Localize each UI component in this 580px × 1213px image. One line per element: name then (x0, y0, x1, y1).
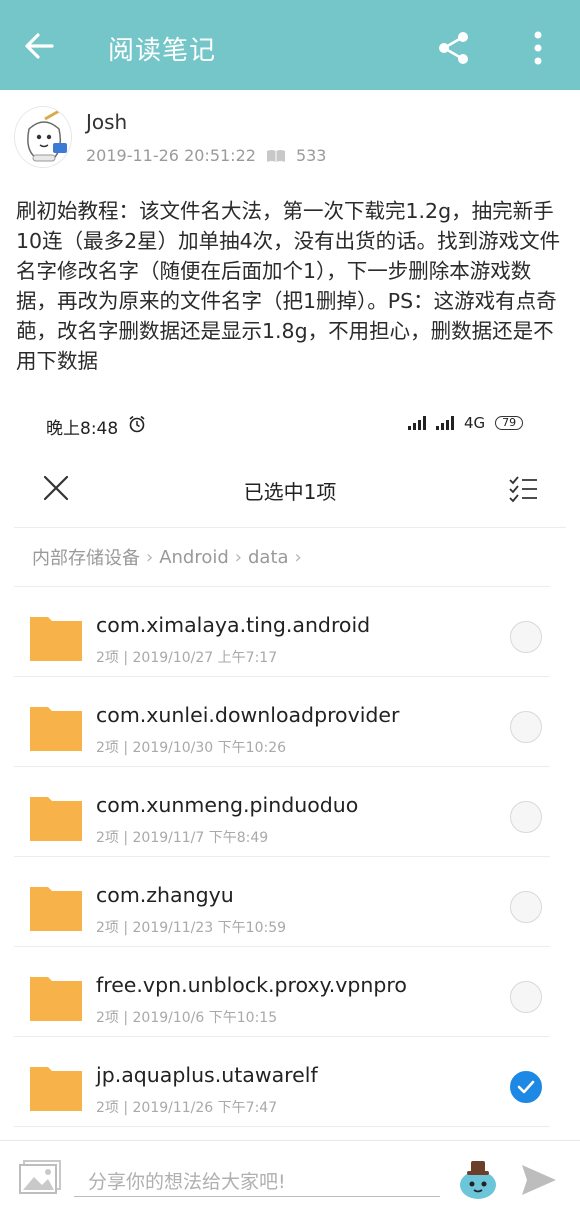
select-checkbox[interactable] (510, 891, 542, 923)
file-meta: 2项 | 2019/10/6 下午10:15 (96, 1010, 278, 1026)
select-checkbox[interactable] (510, 621, 542, 653)
post-datetime: 2019-11-26 20:51:22 (86, 146, 256, 165)
emoji-icon[interactable] (456, 1157, 500, 1201)
status-signals: 4G 79 (408, 414, 524, 432)
folder-icon (30, 977, 82, 1021)
folder-icon (30, 1067, 82, 1111)
checkmark-icon (517, 1080, 535, 1094)
phone-status-bar: 晚上8:48 4G 79 (0, 404, 580, 444)
file-list: com.ximalaya.ting.android 2项 | 2019/10/2… (14, 586, 550, 1127)
image-icon[interactable] (18, 1159, 62, 1195)
file-row-utawarelf[interactable]: jp.aquaplus.utawarelf 2项 | 2019/11/26 下午… (14, 1037, 550, 1127)
select-checkbox-checked[interactable] (510, 1071, 542, 1103)
signal-icon-2 (436, 416, 454, 430)
file-name: com.xunlei.downloadprovider (96, 703, 400, 727)
battery-indicator: 79 (495, 416, 524, 430)
page-title: 阅读笔记 (108, 36, 217, 66)
network-type: 4G (464, 414, 486, 432)
folder-icon (30, 707, 82, 751)
select-checkbox[interactable] (510, 981, 542, 1013)
post-text: 刷初始教程：该文件名大法，第一次下载完1.2g，抽完新手10连（最多2星）加单抽… (16, 199, 561, 373)
view-count: 533 (295, 146, 327, 165)
folder-icon (30, 797, 82, 841)
author-name[interactable]: Josh (86, 110, 127, 134)
app-bar: 阅读笔记 (0, 0, 580, 90)
file-name: jp.aquaplus.utawarelf (96, 1063, 318, 1087)
select-checkbox[interactable] (510, 711, 542, 743)
file-meta: 2项 | 2019/10/27 上午7:17 (96, 650, 278, 666)
file-name: free.vpn.unblock.proxy.vpnpro (96, 973, 407, 997)
post-meta: 2019-11-26 20:51:22 533 (86, 146, 326, 165)
chevron-right-icon: › (294, 546, 302, 568)
file-meta: 2项 | 2019/11/26 下午7:47 (96, 1100, 278, 1116)
alarm-icon (129, 415, 145, 433)
file-name: com.ximalaya.ting.android (96, 613, 371, 637)
file-meta: 2项 | 2019/11/23 下午10:59 (96, 920, 287, 936)
avatar[interactable] (14, 106, 72, 168)
comment-input[interactable]: 分享你的想法给大家吧! (74, 1157, 440, 1197)
more-options-icon[interactable] (526, 30, 550, 66)
back-arrow-icon[interactable] (22, 28, 58, 64)
breadcrumb: 内部存储设备 › Android › data › (32, 544, 302, 570)
file-row-zhangyu[interactable]: com.zhangyu 2项 | 2019/11/23 下午10:59 (14, 857, 550, 947)
select-all-icon[interactable] (508, 474, 538, 504)
breadcrumb-android[interactable]: Android (159, 547, 229, 568)
comment-composer: 分享你的想法给大家吧! (0, 1140, 580, 1213)
folder-icon (30, 617, 82, 661)
send-icon[interactable] (520, 1163, 558, 1197)
selection-bar: 已选中1项 (14, 450, 566, 528)
file-name: com.xunmeng.pinduoduo (96, 793, 359, 817)
file-meta: 2项 | 2019/10/30 下午10:26 (96, 740, 287, 756)
signal-icon (408, 416, 426, 430)
chevron-right-icon: › (234, 546, 242, 568)
folder-icon (30, 887, 82, 931)
file-row-vpnpro[interactable]: free.vpn.unblock.proxy.vpnpro 2项 | 2019/… (14, 947, 550, 1037)
share-icon[interactable] (436, 30, 472, 66)
file-row-xunlei[interactable]: com.xunlei.downloadprovider 2项 | 2019/10… (14, 677, 550, 767)
file-meta: 2项 | 2019/11/7 下午8:49 (96, 830, 269, 846)
file-row-ximalaya[interactable]: com.ximalaya.ting.android 2项 | 2019/10/2… (14, 587, 550, 677)
breadcrumb-data[interactable]: data (248, 547, 289, 568)
breadcrumb-internal-storage[interactable]: 内部存储设备 (32, 544, 140, 570)
chevron-right-icon: › (146, 546, 154, 568)
select-checkbox[interactable] (510, 801, 542, 833)
file-row-pinduoduo[interactable]: com.xunmeng.pinduoduo 2项 | 2019/11/7 下午8… (14, 767, 550, 857)
file-name: com.zhangyu (96, 883, 234, 907)
selection-title: 已选中1项 (243, 480, 337, 504)
book-icon (266, 149, 285, 162)
status-time: 晚上8:48 (46, 419, 119, 439)
